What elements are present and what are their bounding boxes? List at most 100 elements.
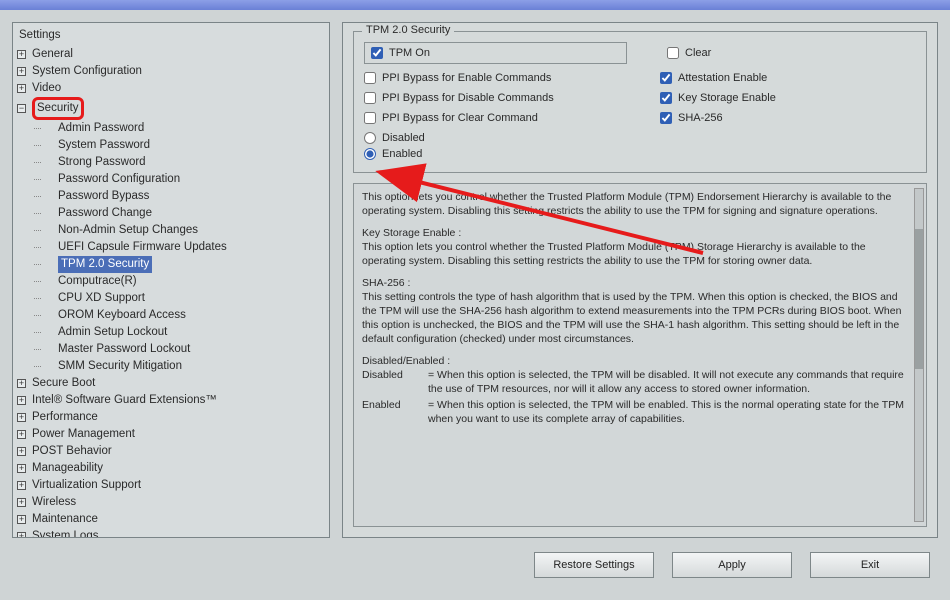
tree-item-secure-boot[interactable]: + Secure Boot: [17, 375, 323, 392]
tpm-enabled-radio[interactable]: [364, 148, 376, 160]
group-title: TPM 2.0 Security: [362, 24, 454, 36]
expand-icon[interactable]: +: [17, 515, 26, 524]
tree-item-virtualization-support[interactable]: + Virtualization Support: [17, 477, 323, 494]
def-key: Enabled: [362, 398, 422, 426]
expand-icon[interactable]: +: [17, 84, 26, 93]
tree-item-label: General: [32, 46, 73, 63]
help-pane: This option lets you control whether the…: [353, 183, 927, 527]
tpm-disabled-radio[interactable]: [364, 132, 376, 144]
tree-item-admin-password[interactable]: +Admin Password: [17, 120, 323, 137]
tree-item-label: System Configuration: [32, 63, 142, 80]
tree-item-label: Non-Admin Setup Changes: [58, 222, 198, 239]
tree-item-label: Virtualization Support: [32, 477, 141, 494]
tree-item-power-management[interactable]: + Power Management: [17, 426, 323, 443]
help-heading: Disabled/Enabled :: [362, 354, 912, 368]
tree-item-label: UEFI Capsule Firmware Updates: [58, 239, 227, 256]
tree-item-system-logs[interactable]: + System Logs: [17, 528, 323, 538]
help-text: This option lets you control whether the…: [362, 190, 912, 218]
tree-item-wireless[interactable]: + Wireless: [17, 494, 323, 511]
checkbox-tpm-on[interactable]: [371, 47, 383, 59]
tree-item-orom-keyboard-access[interactable]: +OROM Keyboard Access: [17, 307, 323, 324]
tree-item-video[interactable]: +Video: [17, 80, 323, 97]
checkbox-label: Attestation Enable: [678, 72, 767, 84]
tree-item-label: System Password: [58, 137, 150, 154]
tree-item-password-configuration[interactable]: +Password Configuration: [17, 171, 323, 188]
tree-item-label: Performance: [32, 409, 98, 426]
apply-button[interactable]: Apply: [672, 552, 792, 578]
tpm-disabled-label[interactable]: Disabled: [382, 132, 425, 144]
expand-icon[interactable]: +: [17, 396, 26, 405]
tree-item-label: POST Behavior: [32, 443, 112, 460]
restore-settings-button[interactable]: Restore Settings: [534, 552, 654, 578]
checkbox-label: SHA-256: [678, 112, 723, 124]
tree-item-label: Password Configuration: [58, 171, 180, 188]
expand-icon[interactable]: +: [17, 379, 26, 388]
footer: Restore Settings Apply Exit: [0, 546, 950, 590]
tree-item-post-behavior[interactable]: + POST Behavior: [17, 443, 323, 460]
tree-item-system-configuration[interactable]: + System Configuration: [17, 63, 323, 80]
expand-icon[interactable]: +: [17, 50, 26, 59]
expand-icon[interactable]: +: [17, 67, 26, 76]
tpm-enabled-label[interactable]: Enabled: [382, 148, 422, 160]
tree-item-label: Strong Password: [58, 154, 146, 171]
tree-item-label: Password Change: [58, 205, 152, 222]
checkbox-label: PPI Bypass for Disable Commands: [382, 92, 554, 104]
checkbox-ppi-bypass-for-clear-command[interactable]: [364, 112, 376, 124]
tree-item-label: Security: [37, 102, 79, 114]
help-text: This setting controls the type of hash a…: [362, 290, 912, 346]
tree-item-label: Secure Boot: [32, 375, 95, 392]
tree-item-non-admin-setup-changes[interactable]: +Non-Admin Setup Changes: [17, 222, 323, 239]
tree-item-label: TPM 2.0 Security: [58, 256, 152, 273]
tree-item-smm-security-mitigation[interactable]: +SMM Security Mitigation: [17, 358, 323, 375]
checkbox-attestation-enable[interactable]: [660, 72, 672, 84]
collapse-icon[interactable]: −: [17, 104, 26, 113]
tree-item-master-password-lockout[interactable]: +Master Password Lockout: [17, 341, 323, 358]
def-key: Disabled: [362, 368, 422, 396]
expand-icon[interactable]: +: [17, 430, 26, 439]
tree-item-admin-setup-lockout[interactable]: +Admin Setup Lockout: [17, 324, 323, 341]
tree-item-manageability[interactable]: +Manageability: [17, 460, 323, 477]
expand-icon[interactable]: +: [17, 532, 26, 538]
tree-item-password-change[interactable]: +Password Change: [17, 205, 323, 222]
tree-item-label: Admin Password: [58, 120, 144, 137]
checkbox-label: Key Storage Enable: [678, 92, 776, 104]
tree-item-intel-software-guard-extensions-[interactable]: +Intel® Software Guard Extensions™: [17, 392, 323, 409]
tree-item-password-bypass[interactable]: +Password Bypass: [17, 188, 323, 205]
tree-item-strong-password[interactable]: +Strong Password: [17, 154, 323, 171]
def-val: = When this option is selected, the TPM …: [428, 368, 912, 396]
tree-item-label: System Logs: [32, 528, 98, 538]
expand-icon[interactable]: +: [17, 447, 26, 456]
tree-item-maintenance[interactable]: +Maintenance: [17, 511, 323, 528]
checkbox-label: PPI Bypass for Enable Commands: [382, 72, 551, 84]
tree-item-label: Power Management: [32, 426, 135, 443]
window-titlebar: [0, 0, 950, 10]
settings-tree: Settings +General+System Configuration+V…: [12, 22, 330, 538]
tree-item-system-password[interactable]: +System Password: [17, 137, 323, 154]
tree-item-label: Master Password Lockout: [58, 341, 190, 358]
tree-item-general[interactable]: + General: [17, 46, 323, 63]
tree-item-label: Wireless: [32, 494, 76, 511]
checkbox-clear[interactable]: [667, 47, 679, 59]
tree-item-label: Computrace(R): [58, 273, 137, 290]
tree-item-computrace-r-[interactable]: +Computrace(R): [17, 273, 323, 290]
checkbox-sha-256[interactable]: [660, 112, 672, 124]
checkbox-ppi-bypass-for-enable-commands[interactable]: [364, 72, 376, 84]
tree-item-label: SMM Security Mitigation: [58, 358, 182, 375]
tree-title: Settings: [17, 27, 323, 44]
help-heading: Key Storage Enable :: [362, 226, 912, 240]
scrollbar[interactable]: [914, 188, 924, 522]
checkbox-ppi-bypass-for-disable-commands[interactable]: [364, 92, 376, 104]
tree-item-tpm-2-0-security[interactable]: +TPM 2.0 Security: [17, 256, 323, 273]
tree-item-cpu-xd-support[interactable]: +CPU XD Support: [17, 290, 323, 307]
expand-icon[interactable]: +: [17, 498, 26, 507]
main-panel: TPM 2.0 Security TPM OnClearPPI Bypass f…: [342, 22, 938, 538]
exit-button[interactable]: Exit: [810, 552, 930, 578]
tree-item-security[interactable]: − Security: [17, 97, 323, 120]
expand-icon[interactable]: +: [17, 464, 26, 473]
tree-item-uefi-capsule-firmware-updates[interactable]: +UEFI Capsule Firmware Updates: [17, 239, 323, 256]
checkbox-label: Clear: [685, 47, 711, 59]
expand-icon[interactable]: +: [17, 481, 26, 490]
expand-icon[interactable]: +: [17, 413, 26, 422]
tree-item-performance[interactable]: + Performance: [17, 409, 323, 426]
checkbox-key-storage-enable[interactable]: [660, 92, 672, 104]
